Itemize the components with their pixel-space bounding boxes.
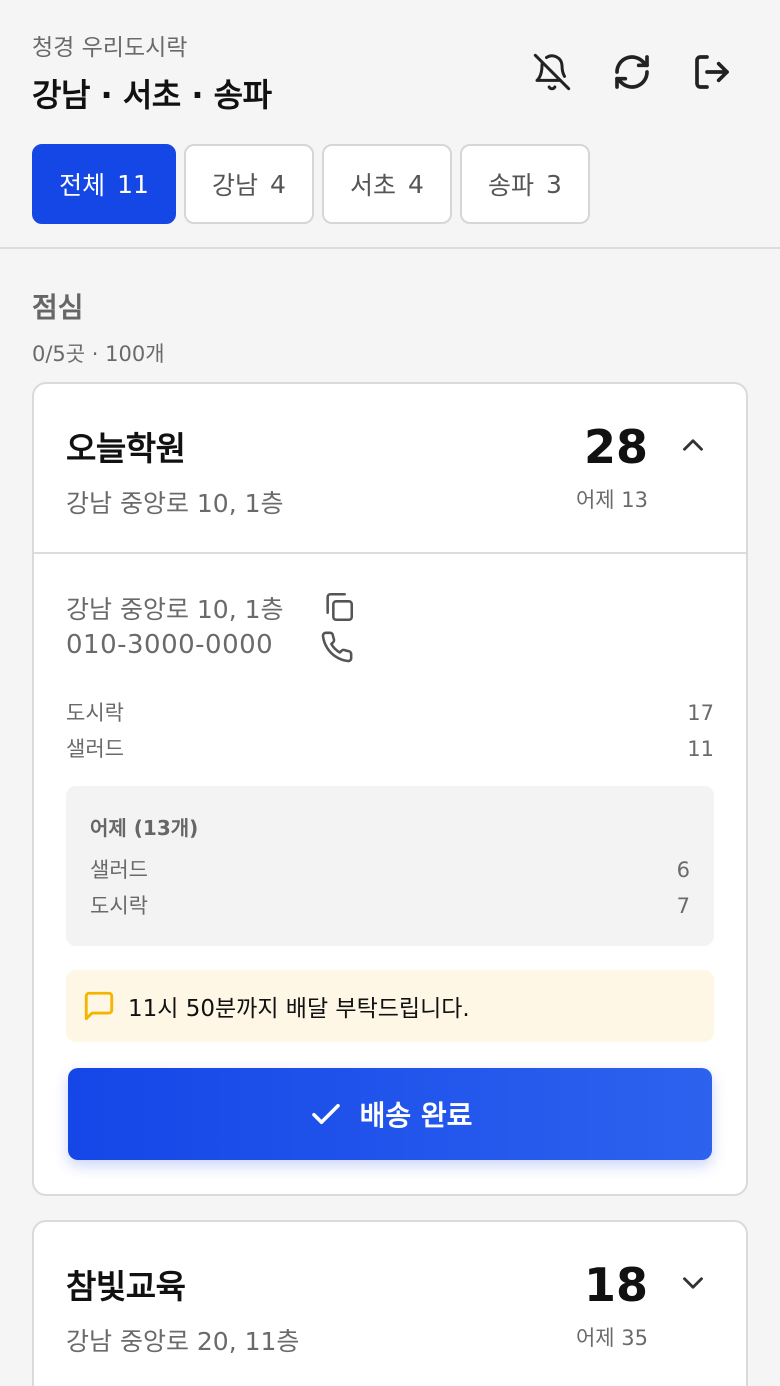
item-qty: 6 xyxy=(676,858,690,882)
tab-seocho[interactable]: 서초 4 xyxy=(322,144,452,224)
yesterday-orders-box: 어제 (13개) 샐러드 6 도시락 7 xyxy=(66,786,714,946)
place-address: 강남 중앙로 10, 1층 xyxy=(66,489,284,518)
place-name: 참빛교육 xyxy=(66,1267,186,1306)
place-address: 강남 중앙로 20, 11층 xyxy=(66,1327,300,1356)
bell-off-icon[interactable] xyxy=(530,50,574,94)
note-text: 11시 50분까지 배달 부탁드립니다. xyxy=(128,996,470,1022)
section-summary: 0/5곳 · 100개 xyxy=(32,342,165,366)
section-title: 점심 xyxy=(32,291,84,324)
tab-label: 송파 xyxy=(488,171,535,200)
message-icon xyxy=(84,991,114,1021)
phone-icon[interactable] xyxy=(320,630,354,664)
region-title: 강남 · 서초 · 송파 xyxy=(32,76,272,114)
logout-icon[interactable] xyxy=(690,50,734,94)
brand-name: 청경 우리도시락 xyxy=(32,35,188,61)
place-name: 오늘학원 xyxy=(66,429,186,468)
phone-number: 010-3000-0000 xyxy=(66,630,274,660)
yesterday-count: 어제 35 xyxy=(575,1326,648,1350)
region-tabs: 전체 11 강남 4 서초 4 송파 3 xyxy=(32,144,598,224)
check-icon xyxy=(311,1103,340,1125)
item-qty: 7 xyxy=(676,894,690,918)
yesterday-title: 어제 (13개) xyxy=(90,816,199,840)
item-name: 도시락 xyxy=(90,894,148,918)
tab-count: 4 xyxy=(408,169,424,199)
item-name: 샐러드 xyxy=(66,737,124,761)
tab-label: 전체 xyxy=(59,171,106,200)
tab-count: 11 xyxy=(117,169,149,199)
yesterday-count: 어제 13 xyxy=(575,488,648,512)
chevron-up-icon[interactable] xyxy=(676,428,710,462)
tab-label: 강남 xyxy=(212,171,259,200)
divider xyxy=(34,552,746,554)
item-qty: 11 xyxy=(687,737,714,761)
refresh-icon[interactable] xyxy=(610,50,654,94)
list-item: 샐러드 11 xyxy=(66,734,714,770)
delivery-card: 오늘학원 강남 중앙로 10, 1층 28 어제 13 강남 중앙로 10, 1… xyxy=(32,382,748,1196)
chevron-down-icon[interactable] xyxy=(676,1266,710,1300)
list-item: 도시락 7 xyxy=(90,891,690,927)
tab-label: 서초 xyxy=(350,171,397,200)
order-items: 도시락 17 샐러드 11 xyxy=(66,698,714,770)
button-label: 배송 완료 xyxy=(359,1099,473,1132)
tab-all[interactable]: 전체 11 xyxy=(32,144,176,224)
item-name: 도시락 xyxy=(66,701,124,725)
app-header: 청경 우리도시락 강남 · 서초 · 송파 전체 11 강남 4 서초 4 송파… xyxy=(0,0,780,249)
list-item: 샐러드 6 xyxy=(90,855,690,891)
tab-gangnam[interactable]: 강남 4 xyxy=(184,144,314,224)
order-count: 18 xyxy=(583,1258,648,1312)
delivery-note: 11시 50분까지 배달 부탁드립니다. xyxy=(66,970,714,1042)
item-name: 샐러드 xyxy=(90,858,148,882)
order-count: 28 xyxy=(583,420,648,474)
tab-count: 3 xyxy=(546,169,562,199)
delivery-card[interactable]: 참빛교육 강남 중앙로 20, 11층 18 어제 35 xyxy=(32,1220,748,1386)
copy-icon[interactable] xyxy=(322,590,356,624)
detail-address: 강남 중앙로 10, 1층 xyxy=(66,595,284,624)
delivery-complete-button[interactable]: 배송 완료 xyxy=(68,1068,712,1160)
item-qty: 17 xyxy=(687,701,714,725)
tab-count: 4 xyxy=(270,169,286,199)
list-item: 도시락 17 xyxy=(66,698,714,734)
tab-songpa[interactable]: 송파 3 xyxy=(460,144,590,224)
